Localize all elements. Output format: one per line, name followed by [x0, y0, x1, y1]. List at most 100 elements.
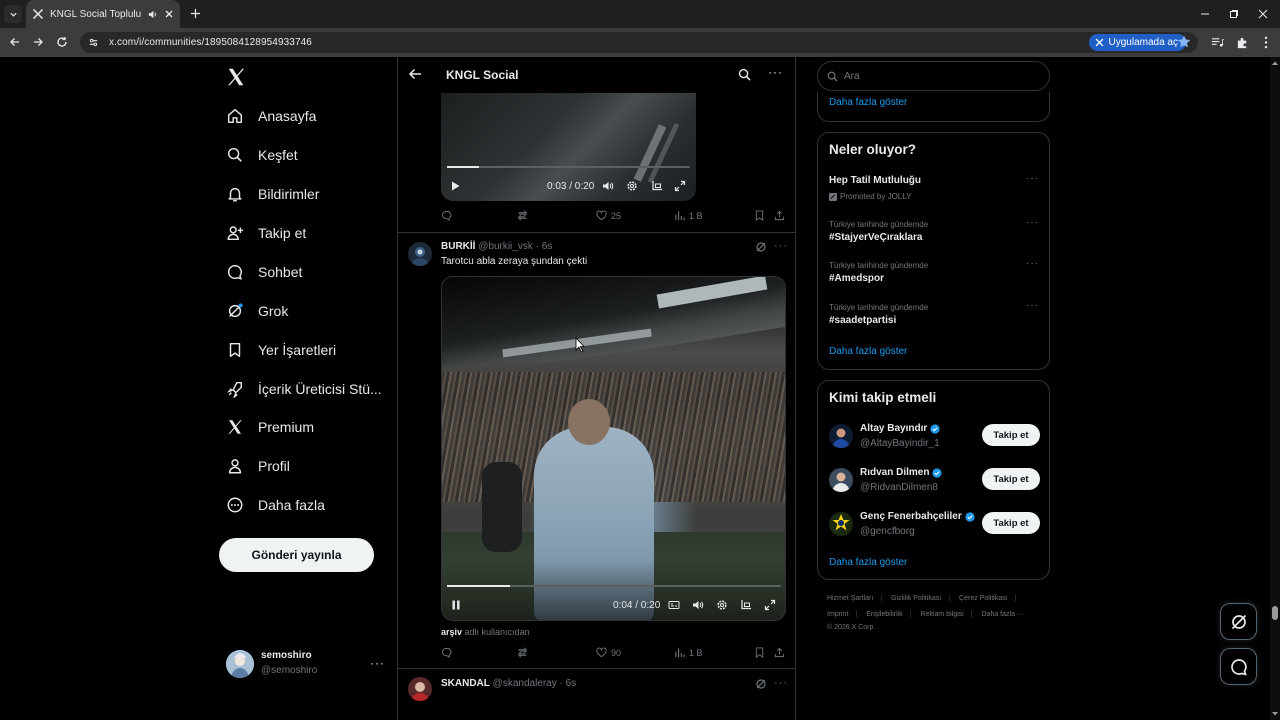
grok-floating-button[interactable] — [1220, 603, 1257, 640]
nav-item-explore[interactable]: Keşfet — [226, 140, 298, 170]
speaker-icon[interactable] — [147, 9, 158, 20]
messages-floating-button[interactable] — [1220, 648, 1257, 685]
tab-search-button[interactable] — [4, 5, 22, 23]
bookmark-star-icon[interactable] — [1176, 34, 1192, 50]
footer-link[interactable]: Gizlilik Politikası — [891, 595, 941, 602]
close-tab-icon[interactable] — [164, 9, 174, 19]
back-button[interactable] — [7, 34, 23, 50]
nav-item-follow[interactable]: Takip et — [226, 218, 306, 248]
account-switcher[interactable]: semoshiro @semoshiro ··· — [226, 648, 386, 682]
author-name[interactable]: SKANDAL — [441, 678, 490, 689]
views-button[interactable]: 1 B — [674, 210, 703, 221]
author-handle-time[interactable]: @burkii_vsk · 6s — [478, 241, 552, 252]
new-tab-button[interactable] — [188, 6, 202, 20]
video-progress-bar[interactable] — [447, 166, 690, 168]
attribution-user[interactable]: arşiv — [441, 627, 462, 637]
avatar[interactable] — [829, 468, 853, 492]
pause-icon[interactable] — [450, 599, 462, 611]
site-settings-icon[interactable] — [88, 37, 99, 48]
play-icon[interactable] — [449, 180, 461, 192]
grok-icon[interactable] — [755, 241, 767, 253]
more-icon[interactable]: ··· — [768, 65, 783, 79]
bookmark-button[interactable] — [754, 210, 765, 221]
show-more-link[interactable]: Daha fazla göster — [829, 346, 907, 357]
more-icon[interactable]: ··· — [774, 240, 788, 252]
footer-link[interactable]: Çerez Politikası — [959, 595, 1008, 602]
volume-icon[interactable] — [692, 599, 704, 611]
avatar[interactable] — [829, 424, 853, 448]
grok-icon[interactable] — [755, 678, 767, 690]
views-button[interactable]: 1 B — [674, 647, 703, 658]
bookmark-button[interactable] — [754, 647, 765, 658]
footer-link[interactable]: Erişilebilirlik — [866, 611, 903, 618]
extensions-button[interactable] — [1234, 34, 1250, 50]
follow-button[interactable]: Takip et — [982, 512, 1040, 534]
reply-button[interactable] — [441, 647, 452, 658]
nav-item-bookmarks[interactable]: Yer İşaretleri — [226, 335, 336, 365]
open-in-app-button[interactable]: Uygulamada aç — [1088, 34, 1186, 51]
scroll-up-icon[interactable] — [1270, 59, 1280, 67]
post-button[interactable]: Gönderi yayınla — [219, 538, 374, 572]
url-text[interactable]: x.com/i/communities/1895084128954933746 — [109, 37, 312, 48]
arrow-left-icon[interactable] — [408, 67, 422, 81]
fullscreen-icon[interactable] — [674, 180, 686, 192]
more-icon[interactable]: ··· — [370, 656, 385, 670]
more-icon[interactable]: ··· — [1026, 300, 1039, 311]
pip-icon[interactable] — [651, 180, 663, 192]
author-name[interactable]: BURKİİ — [441, 241, 475, 252]
address-bar[interactable]: x.com/i/communities/1895084128954933746 … — [80, 32, 1198, 53]
restore-button[interactable] — [1218, 0, 1250, 28]
scrollbar-thumb[interactable] — [1272, 606, 1278, 620]
share-button[interactable] — [774, 210, 785, 221]
pip-icon[interactable] — [740, 599, 752, 611]
more-icon[interactable]: ··· — [774, 677, 788, 689]
search-input[interactable]: Ara — [817, 61, 1050, 91]
x-logo-icon[interactable] — [225, 66, 247, 88]
footer-link[interactable]: Daha fazla ··· — [982, 611, 1024, 618]
fullscreen-icon[interactable] — [764, 599, 776, 611]
follow-button[interactable]: Takip et — [982, 468, 1040, 490]
repost-button[interactable] — [517, 647, 528, 658]
video-player[interactable]: 0:04 / 0:20 — [441, 276, 786, 621]
like-button[interactable]: 25 — [596, 210, 621, 221]
show-more-link[interactable]: Daha fazla göster — [829, 557, 907, 568]
show-more-link[interactable]: Daha fazla göster — [829, 97, 907, 108]
avatar[interactable] — [408, 242, 432, 266]
nav-item-grok[interactable]: Grok — [226, 296, 288, 326]
nav-item-creator-studio[interactable]: İçerik Üreticisi Stü... — [226, 374, 382, 404]
video-progress-bar[interactable] — [447, 585, 781, 587]
volume-icon[interactable] — [602, 180, 614, 192]
reply-button[interactable] — [441, 210, 452, 221]
footer-link[interactable]: Hizmet Şartları — [827, 595, 873, 602]
minimize-button[interactable] — [1189, 0, 1221, 28]
nav-item-notifications[interactable]: Bildirimler — [226, 179, 319, 209]
scroll-down-icon[interactable] — [1270, 710, 1280, 718]
nav-item-profile[interactable]: Profil — [226, 451, 290, 481]
page-scrollbar[interactable] — [1270, 57, 1280, 720]
settings-gear-icon[interactable] — [716, 599, 728, 611]
nav-item-chat[interactable]: Sohbet — [226, 257, 302, 287]
reload-button[interactable] — [54, 34, 70, 50]
footer-link[interactable]: Reklam bilgisi — [921, 611, 964, 618]
follow-button[interactable]: Takip et — [982, 424, 1040, 446]
browser-menu-button[interactable] — [1258, 34, 1274, 50]
video-player[interactable]: 0:03 / 0:20 — [441, 93, 696, 201]
close-window-button[interactable] — [1247, 0, 1279, 28]
like-button[interactable]: 90 — [596, 647, 621, 658]
share-button[interactable] — [774, 647, 785, 658]
nav-item-more[interactable]: Daha fazla — [226, 490, 325, 520]
captions-icon[interactable] — [668, 599, 680, 611]
more-icon[interactable]: ··· — [1026, 258, 1039, 269]
browser-tab-active[interactable]: KNGL Social Topluluk / X — [26, 0, 180, 28]
repost-button[interactable] — [517, 210, 528, 221]
more-icon[interactable]: ··· — [1026, 173, 1039, 184]
media-controls-button[interactable] — [1209, 34, 1225, 50]
footer-link[interactable]: Imprint — [827, 611, 848, 618]
nav-item-premium[interactable]: Premium — [226, 412, 314, 442]
author-handle-time[interactable]: @skandaleray · 6s — [493, 678, 577, 689]
search-icon[interactable] — [738, 68, 751, 81]
more-icon[interactable]: ··· — [1026, 217, 1039, 228]
avatar[interactable] — [408, 677, 432, 701]
avatar[interactable] — [829, 512, 853, 536]
nav-item-home[interactable]: Anasayfa — [226, 101, 316, 131]
